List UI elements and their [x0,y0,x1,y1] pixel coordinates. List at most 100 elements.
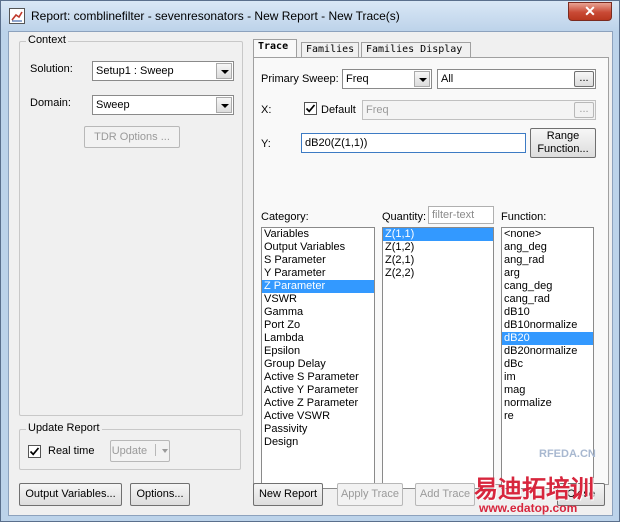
function-list-item[interactable]: dB20 [502,332,593,345]
category-list-item[interactable]: S Parameter [262,254,374,267]
quantity-filter-input[interactable]: filter-text [428,206,494,224]
checkmark-icon [305,104,316,113]
chevron-down-icon[interactable] [414,71,430,87]
category-list-item[interactable]: Active Z Parameter [262,397,374,410]
update-report-legend: Update Report [26,422,102,434]
quantity-label: Quantity: [382,211,427,223]
category-list-item[interactable]: Z Parameter [262,280,374,293]
range-function-button[interactable]: Range Function... [530,128,596,158]
y-label: Y: [261,138,271,150]
new-report-button[interactable]: New Report [253,483,323,506]
category-list-item[interactable]: Passivity [262,423,374,436]
realtime-checkbox[interactable] [28,445,41,458]
quantity-list-item[interactable]: Z(2,2) [383,267,493,280]
watermark-brand: 易迪拓培训 [474,476,594,503]
watermark-url: www.edatop.com [479,501,578,515]
title-bar[interactable]: Report: comblinefilter - sevenresonators… [1,1,619,31]
function-list-item[interactable]: im [502,371,593,384]
quantity-list-item[interactable]: Z(1,1) [383,228,493,241]
category-list-item[interactable]: Output Variables [262,241,374,254]
quantity-list-item[interactable]: Z(1,2) [383,241,493,254]
category-list-item[interactable]: Group Delay [262,358,374,371]
category-label: Category: [261,211,309,223]
solution-value: Setup1 : Sweep [96,65,174,77]
y-expression-value: dB20(Z(1,1)) [305,137,368,149]
x-default-checkbox[interactable] [304,102,317,115]
window-title: Report: comblinefilter - sevenresonators… [31,9,400,23]
context-legend: Context [26,34,68,46]
solution-select[interactable]: Setup1 : Sweep [92,61,234,81]
range-function-line1: Range [546,130,580,142]
category-list-item[interactable]: Gamma [262,306,374,319]
function-list-item[interactable]: cang_deg [502,280,593,293]
x-expression-button[interactable]: ... [574,102,594,118]
update-report-group: Update Report Real time Update [19,422,241,470]
tdr-options-button[interactable]: TDR Options ... [84,126,180,148]
category-list-item[interactable]: Design [262,436,374,449]
x-expression-value: Freq [366,104,389,116]
category-list-item[interactable]: Y Parameter [262,267,374,280]
tab-families-display[interactable]: Families Display [361,42,471,58]
function-list-item[interactable]: re [502,410,593,423]
category-list-item[interactable]: Lambda [262,332,374,345]
tab-trace[interactable]: Trace [253,39,297,59]
quantity-filter-placeholder: filter-text [432,209,475,221]
domain-value: Sweep [96,99,130,111]
function-list-item[interactable]: dB20normalize [502,345,593,358]
domain-select[interactable]: Sweep [92,95,234,115]
function-list-item[interactable]: ang_rad [502,254,593,267]
category-list-item[interactable]: Port Zo [262,319,374,332]
chevron-down-icon [162,449,169,454]
domain-label: Domain: [30,97,71,109]
primary-sweep-select[interactable]: Freq [342,69,432,89]
category-list-item[interactable]: Variables [262,228,374,241]
y-expression-field[interactable]: dB20(Z(1,1)) [301,133,526,153]
update-button-label: Update [111,445,148,457]
function-list-item[interactable]: <none> [502,228,593,241]
quantity-list-item[interactable]: Z(2,1) [383,254,493,267]
category-list-item[interactable]: Active S Parameter [262,371,374,384]
checkmark-icon [29,447,40,456]
range-function-line2: Function... [537,143,589,155]
category-list-item[interactable]: VSWR [262,293,374,306]
add-trace-button[interactable]: Add Trace [415,483,475,506]
x-expression-field[interactable]: Freq ... [362,100,596,120]
chevron-down-icon[interactable] [216,63,232,79]
function-label: Function: [501,211,547,223]
output-variables-button[interactable]: Output Variables... [19,483,122,506]
close-icon: ✕ [584,3,596,19]
function-list-item[interactable]: cang_rad [502,293,593,306]
category-list-item[interactable]: Active Y Parameter [262,384,374,397]
context-group: Context Solution: Setup1 : Sweep Domain:… [19,34,243,416]
options-button[interactable]: Options... [130,483,190,506]
primary-sweep-range-button[interactable]: ... [574,71,594,87]
report-dialog-window: Report: comblinefilter - sevenresonators… [0,0,620,522]
watermark-rfeda: RFEDA.CN [539,448,596,460]
chevron-down-icon[interactable] [216,97,232,113]
primary-sweep-value: Freq [346,73,369,85]
function-list-item[interactable]: arg [502,267,593,280]
category-list[interactable]: Variables Output Variables S Parameter Y Pa… [261,227,375,489]
category-list-item[interactable]: Epsilon [262,345,374,358]
tab-families[interactable]: Families [301,42,359,58]
category-list-item[interactable]: Active VSWR [262,410,374,423]
primary-sweep-range-value: All [441,73,454,85]
x-label: X: [261,104,272,116]
function-list-item[interactable]: dB10normalize [502,319,593,332]
primary-sweep-range-field[interactable]: All ... [437,69,596,89]
function-list-item[interactable]: ang_deg [502,241,593,254]
function-list-item[interactable]: mag [502,384,593,397]
function-list-item[interactable]: dB10 [502,306,593,319]
realtime-label: Real time [48,445,95,457]
quantity-list[interactable]: Z(1,1) Z(1,2) Z(2,1) Z(2,2) [382,227,494,489]
solution-label: Solution: [30,63,73,75]
trace-tab-panel: Primary Sweep: Freq All ... X: Default F… [253,57,609,489]
x-default-label: Default [321,104,356,116]
apply-trace-button[interactable]: Apply Trace [337,483,403,506]
window-close-button[interactable]: ✕ [568,2,612,21]
function-list-item[interactable]: dBc [502,358,593,371]
divider [155,444,157,456]
dialog-client-area: Context Solution: Setup1 : Sweep Domain:… [8,31,613,516]
update-button[interactable]: Update [110,440,170,462]
function-list-item[interactable]: normalize [502,397,593,410]
